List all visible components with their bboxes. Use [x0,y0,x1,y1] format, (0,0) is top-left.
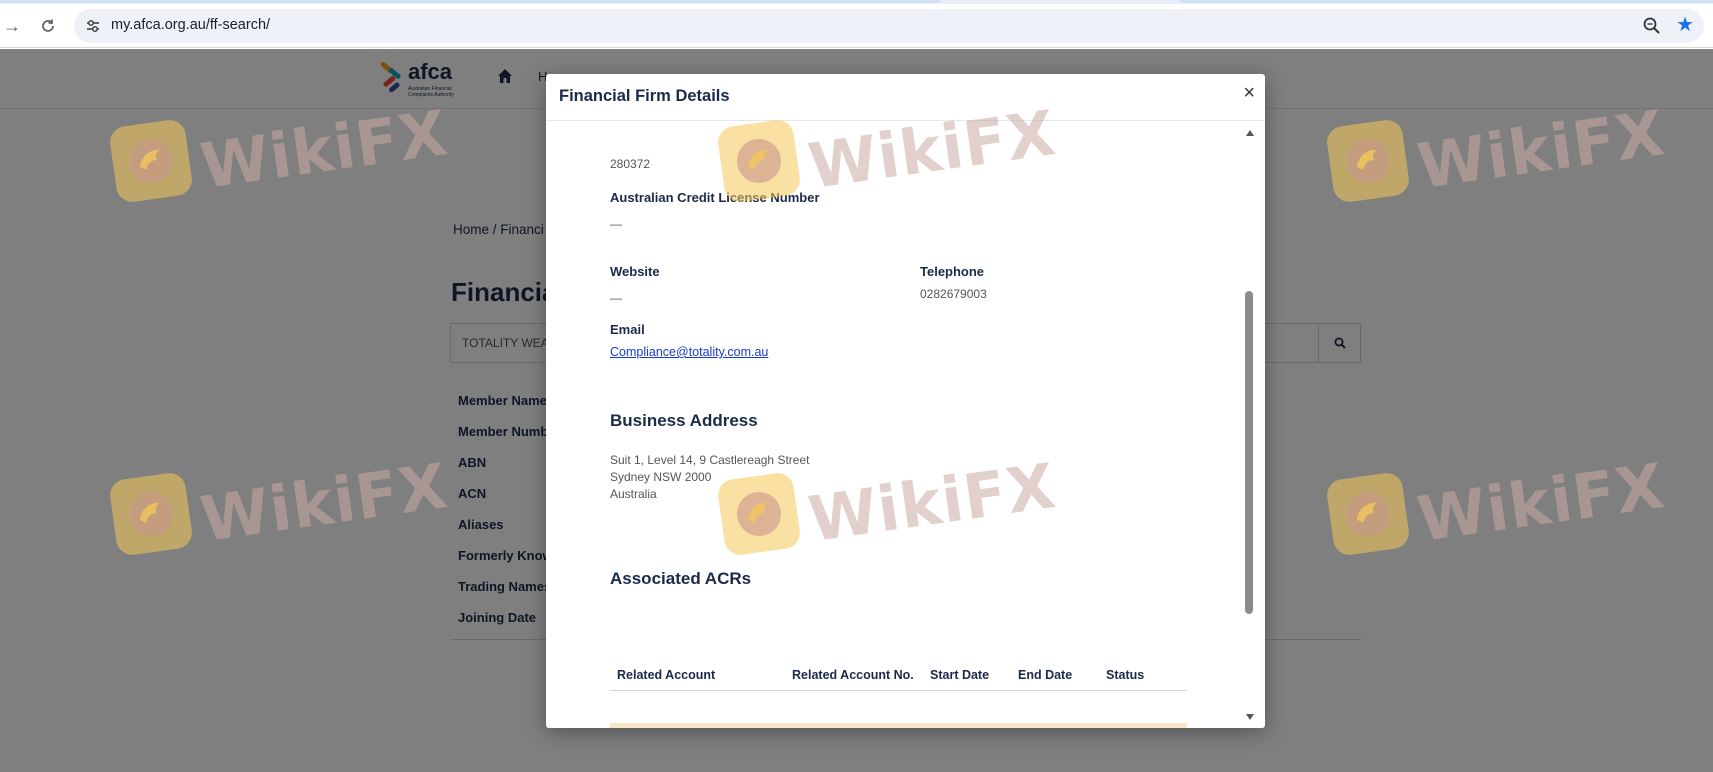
email-label: Email [610,322,645,337]
credit-license-value: — [610,217,622,231]
modal-title: Financial Firm Details [559,87,730,105]
site-info-icon[interactable] [84,17,102,35]
table-row [610,723,1187,728]
website-label: Website [610,264,660,279]
address-bar[interactable]: my.afca.org.au/ff-search/ ★ [74,9,1704,43]
tab-strip-segment [0,0,940,3]
column-header[interactable]: End Date [1018,668,1072,682]
close-icon[interactable]: × [1243,83,1255,103]
modal-header: Financial Firm Details × [546,74,1265,121]
credit-license-label: Australian Credit License Number [610,190,820,205]
scroll-down-arrow-icon[interactable] [1246,714,1254,720]
telephone-label: Telephone [920,264,985,279]
associated-acrs-heading: Associated ACRs [610,569,752,588]
browser-toolbar: → my.afca.org.au/ff-search/ ★ [0,4,1713,48]
column-header[interactable]: Start Date [930,668,989,682]
business-address: Suit 1, Level 14, 9 Castlereagh Street S… [610,452,809,503]
forward-icon[interactable]: → [0,14,24,38]
url-text[interactable]: my.afca.org.au/ff-search/ [111,17,270,33]
column-header[interactable]: Status [1106,668,1144,682]
license-number-value: 280372 [610,157,651,171]
website-value: — [610,291,622,305]
bookmark-star-icon[interactable]: ★ [1676,14,1694,36]
url-host: my.afca.org.au [111,17,206,33]
reload-icon[interactable] [36,14,60,38]
address-line: Suit 1, Level 14, 9 Castlereagh Street [610,453,810,467]
tab-strip-segment [1180,0,1713,3]
telephone-value: 0282679003 [920,287,987,301]
financial-firm-details-modal: Financial Firm Details × 280372 Australi… [546,74,1265,728]
modal-scrollbar[interactable] [1243,130,1257,720]
scroll-up-arrow-icon[interactable] [1246,130,1254,136]
column-header[interactable]: Related Account [617,668,715,682]
zoom-icon[interactable] [1642,16,1662,36]
column-header[interactable]: Related Account No. [792,668,914,682]
address-line: Australia [610,487,657,501]
address-line: Sydney NSW 2000 [610,470,712,484]
scroll-thumb[interactable] [1245,291,1253,614]
email-link[interactable]: Compliance@totality.com.au [610,345,768,359]
url-path: /ff-search/ [205,17,271,33]
acr-table-header: Related Account Related Account No. Star… [610,661,1187,691]
business-address-heading: Business Address [610,411,758,430]
